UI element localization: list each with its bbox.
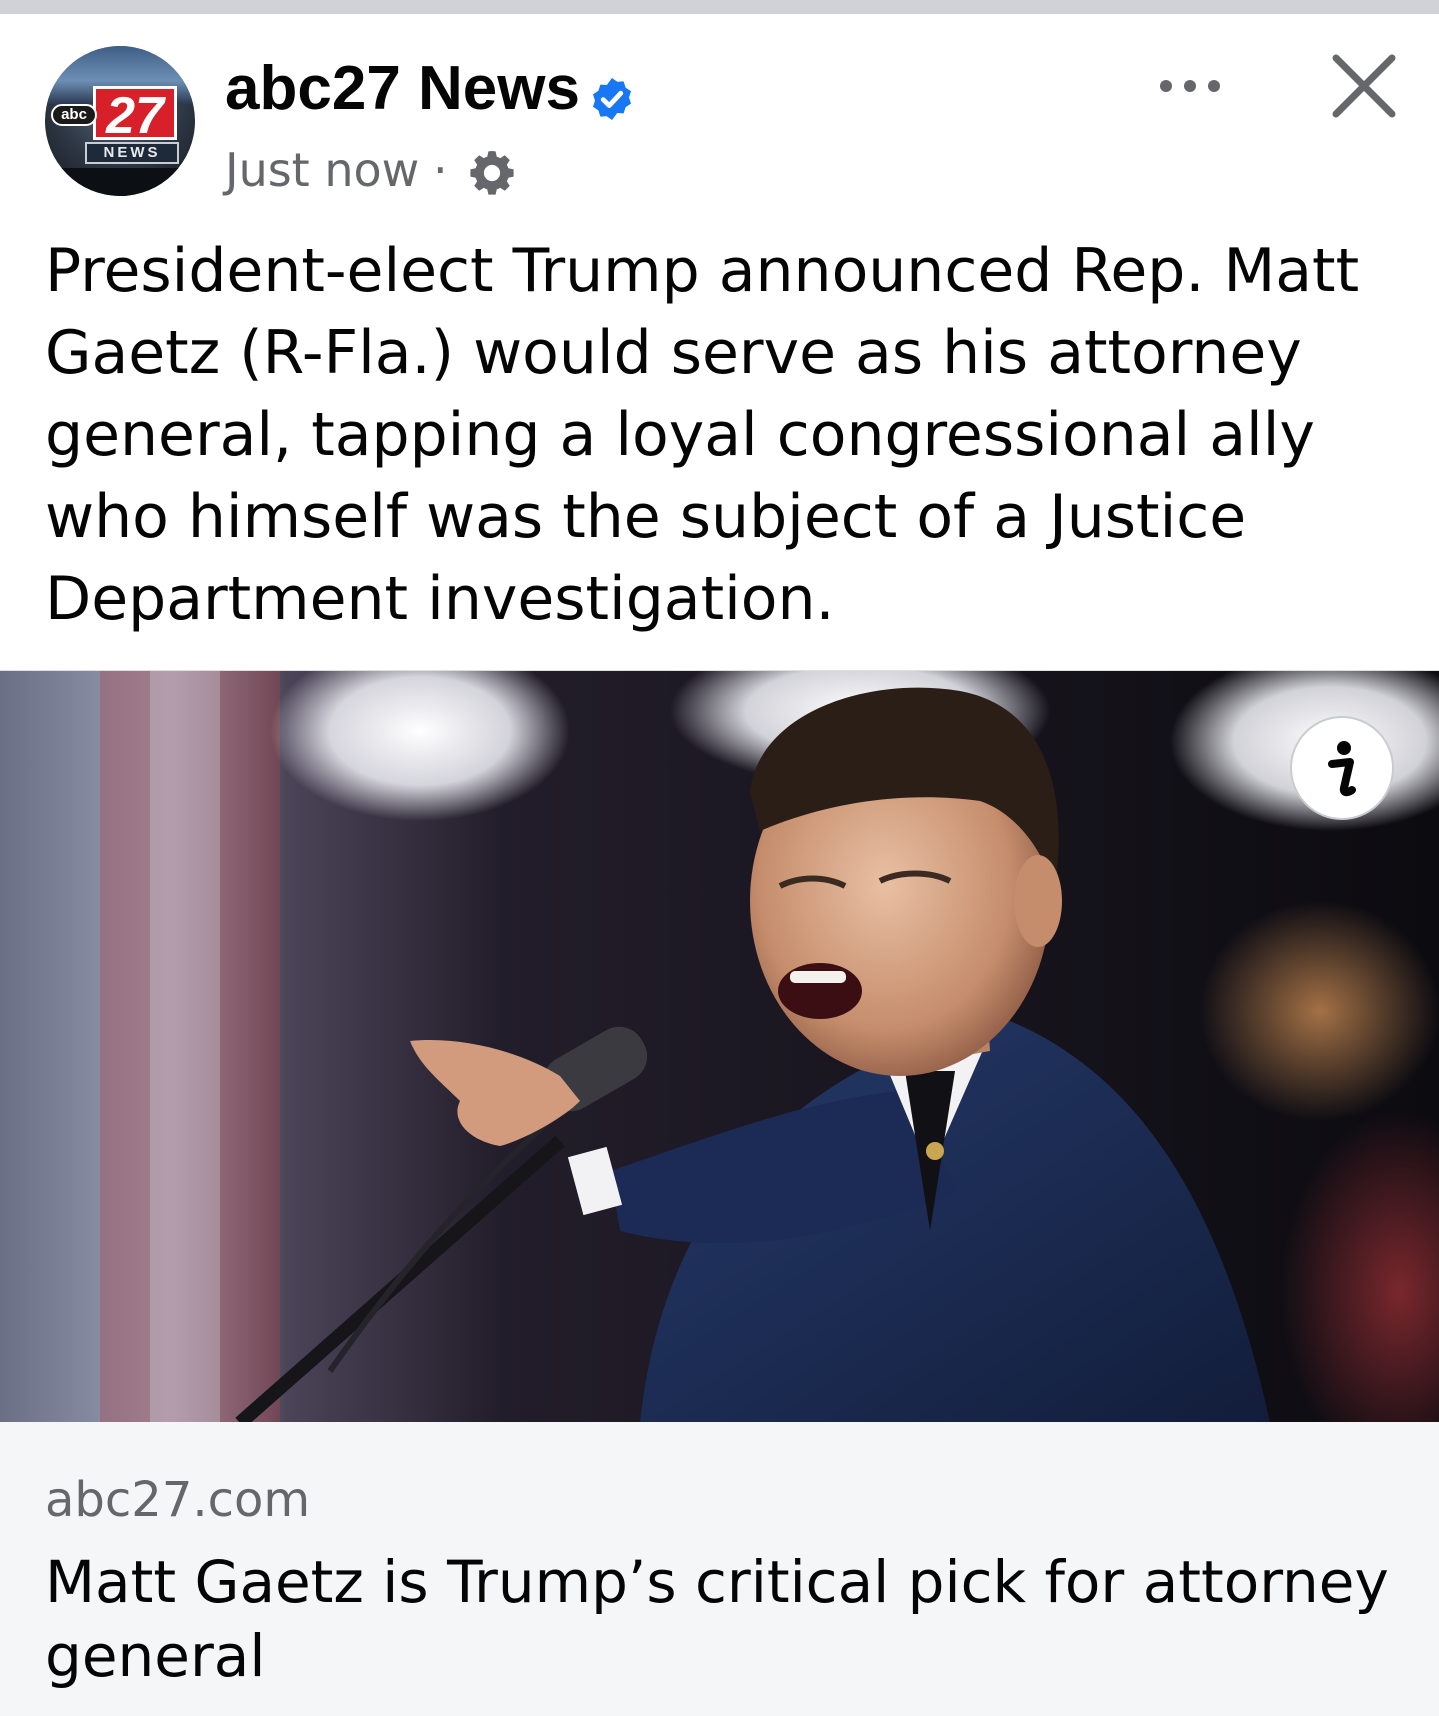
info-button[interactable]	[1290, 716, 1394, 820]
post-message: President-elect Trump announced Rep. Mat…	[45, 236, 1360, 634]
avatar-logo-number: 27	[93, 86, 177, 143]
post-timestamp[interactable]: Just now	[225, 141, 419, 199]
avatar-desk	[45, 168, 195, 196]
page-avatar[interactable]: 27 abc NEWS	[45, 46, 195, 196]
post-photo[interactable]	[0, 670, 1439, 1422]
page-name-link[interactable]: abc27 News	[225, 54, 580, 124]
verified-badge-icon	[593, 78, 631, 120]
gear-icon[interactable]	[465, 146, 519, 200]
timestamp-separator: ·	[433, 143, 448, 197]
close-icon[interactable]	[1330, 52, 1398, 120]
info-icon	[1328, 741, 1356, 797]
link-domain: abc27.com	[45, 1472, 311, 1528]
avatar-logo-news: NEWS	[85, 142, 179, 164]
avatar-logo-abc: abc	[51, 104, 97, 126]
more-options-icon[interactable]	[1154, 68, 1226, 104]
link-title[interactable]: Matt Gaetz is Trump’s critical pick for …	[45, 1545, 1405, 1693]
post-photo-illustration	[0, 671, 1439, 1422]
status-strip	[0, 0, 1439, 14]
